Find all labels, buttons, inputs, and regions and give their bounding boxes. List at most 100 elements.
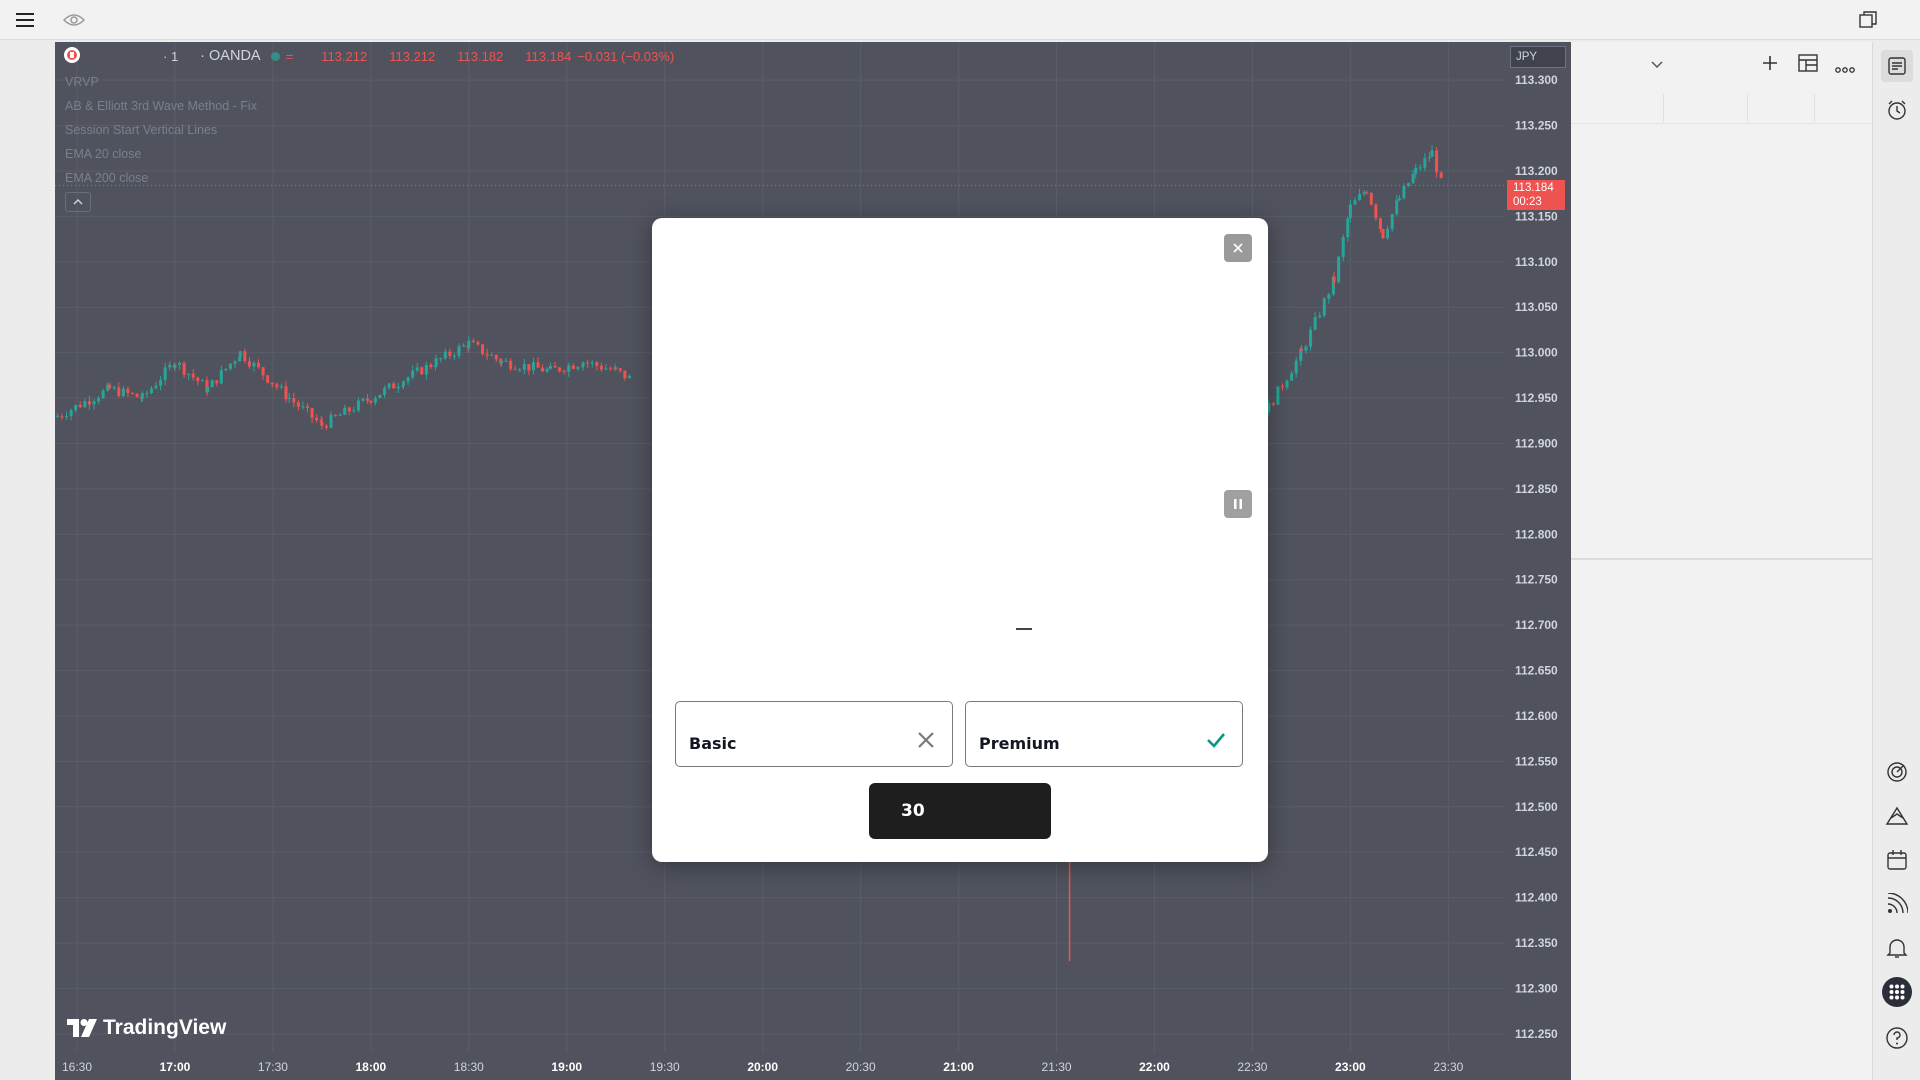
table-layout-icon[interactable] <box>1798 54 1818 77</box>
candle-body <box>402 381 406 386</box>
x-axis-label: 18:00 <box>356 1060 387 1074</box>
candle-body <box>614 367 618 369</box>
x-axis-label: 23:00 <box>1335 1060 1366 1074</box>
candle-body <box>1397 198 1401 201</box>
news-feed-icon[interactable] <box>1881 888 1913 920</box>
apps-grid-icon[interactable] <box>1881 976 1913 1008</box>
chevron-down-icon[interactable] <box>1651 56 1663 74</box>
plan-option-basic[interactable]: Basic <box>675 701 953 767</box>
candle-body <box>224 368 228 371</box>
x-axis-label: 22:30 <box>1237 1060 1267 1074</box>
candle-body <box>452 355 456 357</box>
candle-body <box>1294 360 1298 374</box>
candle-body <box>1435 150 1439 173</box>
equals-icon: = <box>285 48 294 64</box>
candle-body <box>599 365 603 370</box>
candle-body <box>257 362 261 368</box>
candle-body <box>1322 298 1326 316</box>
candle-body <box>1390 214 1394 229</box>
interval-label[interactable]: · 1 <box>163 49 178 64</box>
candle-body <box>553 365 557 368</box>
panel-divider[interactable] <box>1571 558 1872 560</box>
candle-body <box>149 388 153 394</box>
candle-body <box>196 377 200 382</box>
hamburger-menu-icon[interactable] <box>10 4 42 36</box>
candle-body <box>1418 167 1422 169</box>
currency-badge[interactable]: JPY <box>1510 46 1566 68</box>
candle-body <box>494 355 498 360</box>
pause-icon[interactable] <box>1224 490 1252 518</box>
eye-icon[interactable] <box>58 4 90 36</box>
candle-body <box>233 361 237 364</box>
candle-body <box>1381 229 1385 239</box>
tradingview-logo: TradingView <box>67 1016 226 1040</box>
y-axis-label: 112.900 <box>1515 436 1558 450</box>
candle-body <box>1439 172 1443 179</box>
candle-body <box>1386 228 1390 239</box>
indicator-label[interactable]: EMA 200 close <box>65 166 257 190</box>
candle-body <box>383 387 387 395</box>
candle-body <box>513 368 517 370</box>
y-axis-label: 112.700 <box>1515 618 1558 632</box>
indicator-label[interactable]: AB & Elliott 3rd Wave Method - Fix <box>65 94 257 118</box>
x-icon <box>916 730 936 750</box>
exchange-label: · OANDA <box>200 48 261 64</box>
indicator-label[interactable]: Session Start Vertical Lines <box>65 118 257 142</box>
notification-bell-icon[interactable] <box>1881 932 1913 964</box>
candle-body <box>406 377 410 382</box>
candle-body <box>1313 317 1317 330</box>
candle-body <box>270 382 274 385</box>
candle-body <box>228 363 232 369</box>
y-axis-label: 112.750 <box>1515 573 1558 587</box>
candle-body <box>1271 403 1275 405</box>
candle-body <box>287 398 291 400</box>
candle-body <box>178 362 182 365</box>
candle-body <box>65 416 69 418</box>
candle-body <box>1318 315 1322 318</box>
plan-option-premium[interactable]: Premium <box>965 701 1243 767</box>
candle-body <box>238 351 242 358</box>
alert-clock-icon[interactable] <box>1881 94 1913 126</box>
x-axis-label: 18:30 <box>454 1060 484 1074</box>
candle-body <box>145 393 149 395</box>
candle-body <box>310 407 314 418</box>
indicator-label[interactable]: VRVP <box>65 70 257 94</box>
candle-body <box>1280 386 1284 388</box>
y-axis-label: 112.550 <box>1515 754 1558 768</box>
right-sidebar <box>1872 42 1920 1080</box>
watchlist-icon[interactable] <box>1881 50 1913 82</box>
calendar-icon[interactable] <box>1881 844 1913 876</box>
brand-name: TradingView <box>103 1016 227 1039</box>
plus-icon[interactable] <box>1761 54 1779 77</box>
candle-body <box>361 398 365 401</box>
candle-body <box>548 365 552 369</box>
candle-body <box>1402 186 1406 199</box>
candle-body <box>373 398 377 403</box>
collapse-indicators-button[interactable] <box>65 192 91 212</box>
candle-body <box>1290 373 1294 381</box>
candle-body <box>571 365 575 369</box>
symbol-logo-icon[interactable] <box>63 46 81 67</box>
candle-body <box>1327 294 1331 299</box>
candle-body <box>135 393 139 398</box>
candle-body <box>191 373 195 378</box>
candle-body <box>159 380 163 386</box>
candle-body <box>1414 167 1418 174</box>
target-icon[interactable] <box>1881 756 1913 788</box>
candle-body <box>173 364 177 368</box>
x-axis-label: 23:30 <box>1433 1060 1463 1074</box>
candle-body <box>334 414 338 416</box>
more-dots-icon[interactable] <box>1835 60 1855 78</box>
cta-button[interactable]: 30 <box>869 783 1051 839</box>
ideas-icon[interactable] <box>1881 800 1913 832</box>
candle-body <box>439 358 443 360</box>
indicator-label[interactable]: EMA 20 close <box>65 142 257 166</box>
x-axis-label: 19:30 <box>650 1060 680 1074</box>
candle-body <box>182 362 186 375</box>
restore-window-icon[interactable] <box>1852 4 1884 36</box>
close-icon[interactable] <box>1224 234 1252 262</box>
y-axis-label: 113.300 <box>1515 73 1558 87</box>
candle-body <box>69 410 73 417</box>
candle-body <box>1395 200 1399 215</box>
help-icon[interactable] <box>1881 1022 1913 1054</box>
